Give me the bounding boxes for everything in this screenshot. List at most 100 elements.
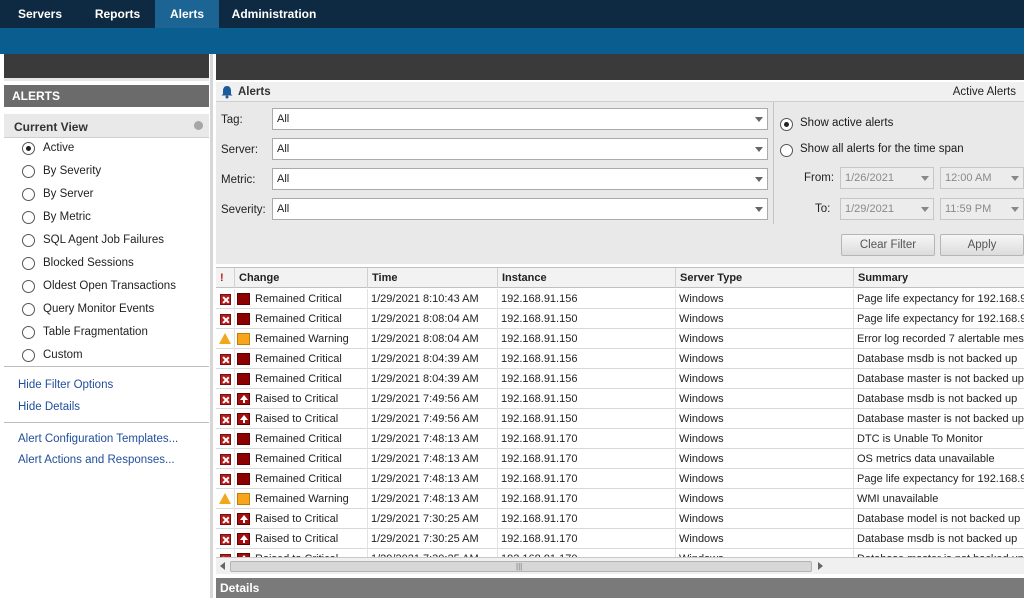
- change-text: Remained Critical: [255, 453, 342, 465]
- apply-button[interactable]: Apply: [940, 234, 1024, 256]
- severity-cell: [216, 369, 235, 389]
- column-header-instance[interactable]: Instance: [498, 268, 676, 288]
- table-row[interactable]: Remained Critical 1/29/2021 7:48:13 AM 192…: [216, 449, 1024, 469]
- table-row[interactable]: Remained Critical 1/29/2021 8:04:39 AM 192…: [216, 369, 1024, 389]
- tab-alerts[interactable]: Alerts: [155, 0, 219, 28]
- table-row[interactable]: Remained Critical 1/29/2021 8:04:39 AM 192…: [216, 349, 1024, 369]
- collapse-icon[interactable]: [194, 121, 203, 130]
- left-toolbar: [4, 54, 209, 81]
- instance-cell: 192.168.91.156: [498, 289, 676, 309]
- server-type-cell: Windows: [676, 549, 854, 557]
- column-header-severity[interactable]: !: [216, 268, 235, 288]
- chevron-down-icon: [921, 207, 929, 212]
- critical-icon: [220, 434, 231, 445]
- table-row[interactable]: Remained Warning 1/29/2021 7:48:13 AM 192.…: [216, 489, 1024, 509]
- current-view-header[interactable]: Current View: [4, 114, 209, 138]
- table-row[interactable]: Raised to Critical 1/29/2021 7:30:25 AM19…: [216, 529, 1024, 549]
- critical-icon: [220, 394, 231, 405]
- instance-cell: 192.168.91.170: [498, 509, 676, 529]
- server-type-cell: Windows: [676, 449, 854, 469]
- clear-filter-button[interactable]: Clear Filter: [841, 234, 935, 256]
- table-row[interactable]: Remained Critical 1/29/2021 7:48:13 AM 192…: [216, 469, 1024, 489]
- radio-icon: [780, 144, 793, 157]
- change-cell: Raised to Critical: [235, 389, 368, 409]
- tab-reports[interactable]: Reports: [80, 0, 155, 28]
- time-cell: 1/29/2021 7:30:25 AM: [368, 529, 498, 549]
- to-date-picker[interactable]: 1/29/2021: [840, 198, 934, 220]
- table-row[interactable]: Remained Critical 1/29/2021 7:48:13 AM 192…: [216, 429, 1024, 449]
- metric-label: Metric:: [221, 174, 256, 186]
- table-row[interactable]: Raised to Critical 1/29/2021 7:49:56 AM 19…: [216, 409, 1024, 429]
- view-blocked-sessions[interactable]: Blocked Sessions: [22, 255, 202, 273]
- summary-cell: Error log recorded 7 alertable mes: [857, 333, 1024, 345]
- table-row[interactable]: Raised to Critical 1/29/2021 7:30:25 AM19…: [216, 549, 1024, 557]
- server-type-cell: Windows: [676, 349, 854, 369]
- server-value: All: [277, 143, 290, 155]
- arrow-up-icon: [237, 413, 250, 425]
- from-label: From:: [804, 172, 835, 184]
- table-row[interactable]: Raised to Critical 1/29/2021 7:30:25 AM19…: [216, 509, 1024, 529]
- critical-icon: [220, 474, 231, 485]
- instance-cell: 192.168.91.170: [498, 489, 676, 509]
- change-cell: Remained Critical: [235, 349, 368, 369]
- severity-select[interactable]: All: [272, 198, 768, 220]
- view-by-metric[interactable]: By Metric: [22, 209, 202, 227]
- alert-configuration-templates-link[interactable]: Alert Configuration Templates...: [18, 433, 178, 445]
- change-cell: Remained Critical: [235, 369, 368, 389]
- view-by-server[interactable]: By Server: [22, 186, 202, 204]
- tab-administration[interactable]: Administration: [219, 0, 329, 28]
- severity-cell: [216, 289, 235, 309]
- column-header-summary[interactable]: Summary: [854, 268, 1024, 288]
- view-custom[interactable]: Custom: [22, 347, 202, 365]
- details-panel-header[interactable]: Details: [216, 578, 1024, 598]
- metric-select[interactable]: All: [272, 168, 768, 190]
- severity-label: Severity:: [221, 204, 266, 216]
- severity-cell: [216, 309, 235, 329]
- grip-icon: |||: [516, 562, 523, 571]
- summary-cell: Database msdb is not backed up: [857, 353, 1018, 365]
- summary-cell: Database model is not backed up: [857, 513, 1021, 525]
- table-row[interactable]: Remained Warning 1/29/2021 8:08:04 AM 192.…: [216, 329, 1024, 349]
- from-time-picker[interactable]: 12:00 AM: [940, 167, 1024, 189]
- severity-cell: [216, 409, 235, 429]
- alert-actions-and-responses-link[interactable]: Alert Actions and Responses...: [18, 454, 175, 466]
- hide-details-link[interactable]: Hide Details: [18, 401, 80, 413]
- critical-square-icon: [237, 313, 250, 325]
- to-time-value: 11:59 PM: [945, 203, 992, 215]
- view-sql-agent-job-failures[interactable]: SQL Agent Job Failures: [22, 232, 202, 250]
- hide-filter-options-link[interactable]: Hide Filter Options: [18, 379, 113, 391]
- chevron-down-icon: [1011, 207, 1019, 212]
- column-header-change[interactable]: Change: [235, 268, 368, 288]
- horizontal-scrollbar[interactable]: |||: [216, 557, 1024, 574]
- tab-servers[interactable]: Servers: [0, 0, 80, 28]
- server-select[interactable]: All: [272, 138, 768, 160]
- scroll-left-icon[interactable]: [220, 562, 225, 570]
- view-table-fragmentation[interactable]: Table Fragmentation: [22, 324, 202, 342]
- summary-cell: Database master is not backed up: [857, 413, 1024, 425]
- table-row[interactable]: Raised to Critical 1/29/2021 7:49:56 AM 19…: [216, 389, 1024, 409]
- view-query-monitor-events[interactable]: Query Monitor Events: [22, 301, 202, 319]
- chevron-down-icon: [755, 147, 763, 152]
- view-oldest-open-transactions[interactable]: Oldest Open Transactions: [22, 278, 202, 296]
- from-date-picker[interactable]: 1/26/2021: [840, 167, 934, 189]
- chevron-down-icon: [921, 176, 929, 181]
- change-text: Remained Warning: [255, 493, 349, 505]
- left-panel-title: ALERTS: [4, 85, 209, 107]
- scroll-right-icon[interactable]: [818, 562, 823, 570]
- tag-select[interactable]: All: [272, 108, 768, 130]
- show-all-alerts-label: Show all alerts for the time span: [800, 143, 964, 155]
- server-type-cell: Windows: [676, 469, 854, 489]
- column-header-server-type[interactable]: Server Type: [676, 268, 854, 288]
- grid-header: ! Change Time Instance Server Type Summa…: [216, 268, 1024, 288]
- instance-cell: 192.168.91.150: [498, 389, 676, 409]
- table-row[interactable]: Remained Critical 1/29/2021 8:08:04 AM 192…: [216, 309, 1024, 329]
- divider: [773, 102, 774, 224]
- table-row[interactable]: Remained Critical 1/29/2021 8:10:43 AM 192…: [216, 289, 1024, 309]
- to-time-picker[interactable]: 11:59 PM: [940, 198, 1024, 220]
- severity-value: All: [277, 203, 290, 215]
- column-header-time[interactable]: Time: [368, 268, 498, 288]
- view-by-severity[interactable]: By Severity: [22, 163, 202, 181]
- header-band: [0, 28, 1024, 54]
- time-cell: 1/29/2021 7:48:13 AM: [368, 449, 498, 469]
- view-active[interactable]: Active: [22, 140, 202, 158]
